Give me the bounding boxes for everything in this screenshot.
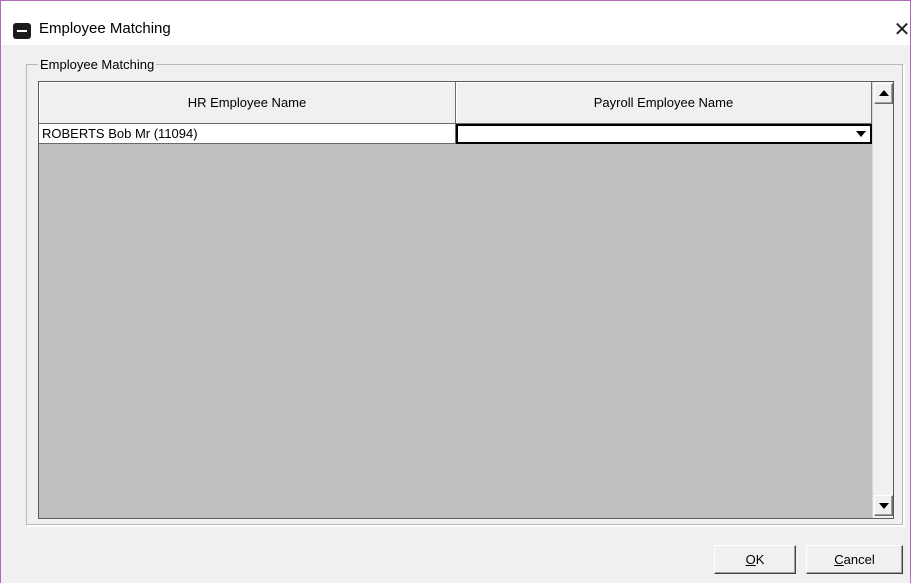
cancel-label-rest: ancel (843, 552, 875, 567)
hr-employee-name-cell[interactable]: ROBERTS Bob Mr (11094) (39, 124, 456, 144)
chevron-down-icon[interactable] (856, 131, 866, 137)
employee-matching-window: Employee Matching ✕ Employee Matching HR… (0, 0, 911, 583)
ok-mnemonic: O (745, 552, 756, 567)
window-title: Employee Matching (39, 20, 171, 37)
column-header-hr-employee-name[interactable]: HR Employee Name (39, 82, 456, 124)
table-row[interactable]: ROBERTS Bob Mr (11094) (39, 124, 872, 144)
close-icon[interactable]: ✕ (893, 19, 911, 39)
scroll-down-arrow-icon (879, 503, 889, 509)
app-logo-icon (13, 23, 31, 39)
scroll-up-button[interactable] (874, 83, 893, 104)
cancel-button[interactable]: Cancel (806, 545, 903, 574)
vertical-scrollbar[interactable] (872, 82, 893, 518)
title-bar[interactable]: Employee Matching ✕ (1, 1, 910, 45)
scroll-up-arrow-icon (879, 90, 889, 96)
scroll-down-button[interactable] (874, 495, 893, 516)
employee-matching-grid[interactable]: HR Employee Name Payroll Employee Name R… (38, 81, 894, 519)
ok-button[interactable]: OK (714, 545, 796, 574)
column-header-payroll-employee-name[interactable]: Payroll Employee Name (456, 82, 872, 124)
groupbox-legend: Employee Matching (38, 57, 157, 72)
ok-label-rest: K (755, 552, 765, 567)
cancel-mnemonic: C (834, 552, 844, 567)
payroll-employee-dropdown[interactable] (456, 124, 872, 144)
payroll-employee-value (460, 126, 840, 142)
